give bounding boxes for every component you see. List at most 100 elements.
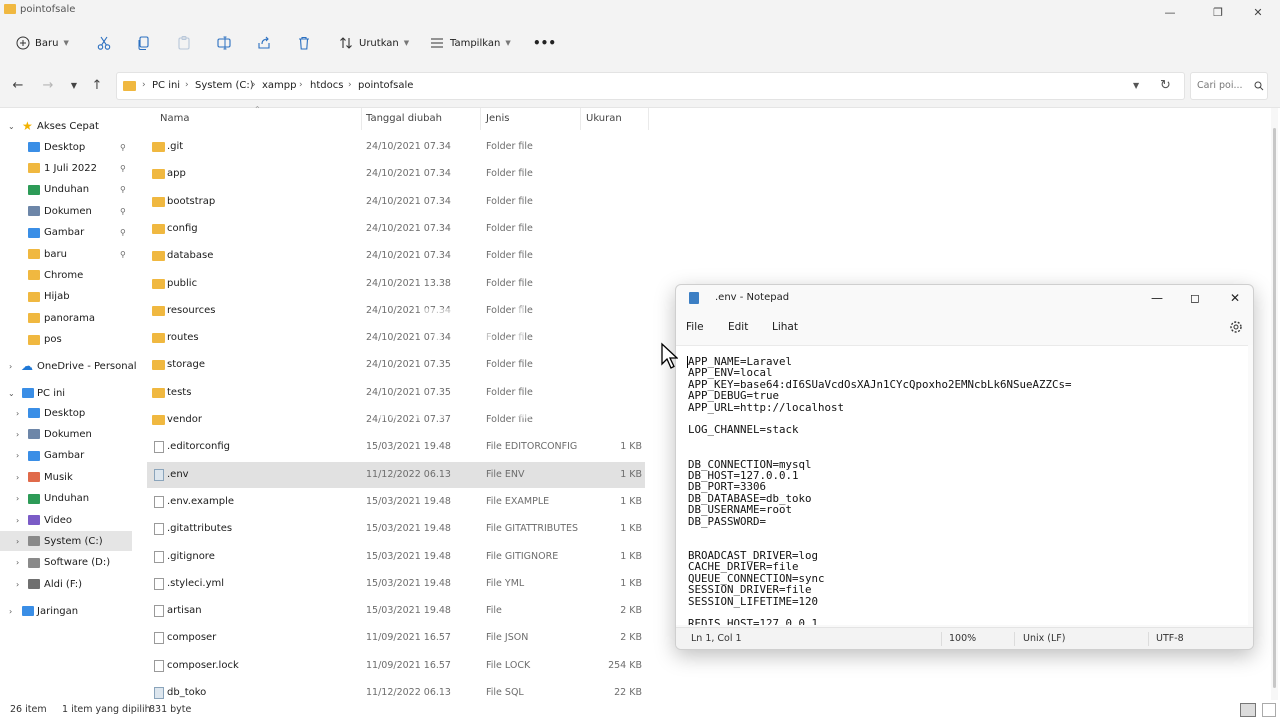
sidebar-item[interactable]: › Aldi (F:) — [0, 574, 132, 594]
breadcrumb-system-c[interactable]: System (C:) — [195, 80, 254, 91]
file-row[interactable]: bootstrap 24/10/2021 07.34 Folder file — [147, 189, 645, 215]
refresh-icon[interactable]: ↻ — [1160, 78, 1171, 93]
menu-edit[interactable]: Edit — [728, 321, 748, 333]
sort-button[interactable]: Urutkan ▼ — [338, 32, 409, 54]
file-date: 11/09/2021 16.57 — [366, 632, 451, 644]
menu-view[interactable]: Lihat — [772, 321, 798, 333]
column-header-size[interactable]: Ukuran — [586, 113, 622, 124]
back-button[interactable]: ← — [8, 76, 28, 94]
forward-button[interactable]: → — [38, 76, 58, 94]
sidebar-item-this-pc[interactable]: ⌄ PC ini — [0, 383, 132, 403]
sidebar-item-label: Musik — [44, 471, 73, 483]
file-row[interactable]: artisan 15/03/2021 19.48 File 2 KB — [147, 598, 645, 624]
new-button[interactable]: Baru ▼ — [16, 32, 69, 54]
tiles-view-button[interactable] — [1262, 703, 1276, 717]
file-row[interactable]: .env.example 15/03/2021 19.48 File EXAMPLE… — [147, 489, 645, 515]
file-row[interactable]: .gitattributes 15/03/2021 19.48 File GITAT… — [147, 516, 645, 542]
breadcrumb-pc[interactable]: PC ini — [152, 80, 180, 91]
file-size: 2 KB — [620, 632, 642, 644]
column-divider[interactable] — [480, 108, 481, 130]
scrollbar-thumb[interactable] — [1273, 128, 1276, 688]
notepad-minimize-button[interactable]: — — [1140, 288, 1174, 308]
sidebar-item-quick-access[interactable]: ⌄ ★ Akses Cepat — [0, 116, 132, 136]
sidebar-item-network[interactable]: › Jaringan — [0, 601, 132, 621]
share-button[interactable] — [256, 32, 272, 54]
file-row[interactable]: .styleci.yml 15/03/2021 19.48 File YML 1 KB — [147, 571, 645, 597]
column-divider[interactable] — [648, 108, 649, 130]
cut-button[interactable] — [96, 32, 112, 54]
sidebar-item-onedrive[interactable]: › ☁ OneDrive - Personal — [0, 356, 137, 376]
rename-button[interactable] — [216, 32, 232, 54]
chevron-right-icon: › — [16, 494, 20, 504]
sidebar-item[interactable]: Unduhan ⚲ — [0, 180, 132, 200]
sidebar-item[interactable]: 1 Juli 2022 ⚲ — [0, 158, 132, 178]
recent-locations-button[interactable]: ▼ — [64, 76, 84, 94]
file-row[interactable]: public 24/10/2021 13.38 Folder file — [147, 271, 645, 297]
sidebar-item[interactable]: › System (C:) — [0, 531, 132, 552]
file-list-scrollbar[interactable] — [1271, 108, 1278, 700]
chevron-right-icon: › — [185, 80, 189, 90]
notepad-scrollbar[interactable] — [1248, 345, 1253, 625]
file-row[interactable]: config 24/10/2021 07.34 Folder file — [147, 216, 645, 242]
close-button[interactable]: ✕ — [1238, 2, 1278, 22]
sidebar-item[interactable]: › Desktop — [0, 403, 132, 423]
sidebar-item[interactable]: Desktop ⚲ — [0, 137, 132, 157]
file-name: bootstrap — [167, 195, 216, 207]
column-divider[interactable] — [580, 108, 581, 130]
column-header-date[interactable]: Tanggal diubah — [366, 113, 442, 124]
sidebar-item[interactable]: baru ⚲ — [0, 244, 132, 264]
sidebar-item[interactable]: Dokumen ⚲ — [0, 201, 132, 221]
file-row[interactable]: .gitignore 15/03/2021 19.48 File GITIGNORE… — [147, 544, 645, 570]
column-divider[interactable] — [361, 108, 362, 130]
file-size: 2 KB — [620, 605, 642, 617]
sidebar-item[interactable]: Hijab — [0, 287, 132, 307]
notepad-close-button[interactable]: ✕ — [1218, 288, 1252, 308]
file-row[interactable]: composer 11/09/2021 16.57 File JSON 2 KB — [147, 625, 645, 651]
sidebar-item[interactable]: › Unduhan — [0, 489, 132, 509]
delete-button[interactable] — [296, 32, 312, 54]
breadcrumb-pointofsale[interactable]: pointofsale — [358, 80, 413, 91]
sidebar-item-label: Dokumen — [44, 428, 92, 440]
pin-icon: ⚲ — [120, 163, 126, 173]
paste-button[interactable] — [176, 32, 192, 54]
sidebar-item[interactable]: › Gambar — [0, 446, 132, 466]
file-row[interactable]: database 24/10/2021 07.34 Folder file — [147, 243, 645, 269]
breadcrumb-xampp[interactable]: xampp — [262, 80, 296, 91]
sidebar-item[interactable]: › Video — [0, 510, 132, 530]
folder-icon — [152, 360, 165, 371]
view-button[interactable]: Tampilkan ▼ — [429, 32, 511, 54]
sidebar-item[interactable]: › Software (D:) — [0, 553, 132, 573]
sidebar-item[interactable]: pos — [0, 330, 132, 350]
file-size: 1 KB — [620, 441, 642, 453]
sidebar-item[interactable]: Gambar ⚲ — [0, 223, 132, 243]
status-divider — [1014, 632, 1015, 646]
notepad-text-area[interactable]: APP_NAME=Laravel APP_ENV=local APP_KEY=b… — [676, 345, 1253, 625]
maximize-button[interactable]: ❐ — [1198, 2, 1238, 22]
menu-file[interactable]: File — [686, 321, 704, 333]
address-field[interactable]: › PC ini › System (C:) › xampp › htdocs … — [116, 72, 1185, 100]
details-view-button[interactable] — [1240, 703, 1256, 717]
notepad-maximize-button[interactable]: ◻ — [1178, 288, 1212, 308]
up-button[interactable]: ↑ — [87, 76, 107, 94]
file-name: .editorconfig — [167, 441, 230, 453]
file-row[interactable]: .editorconfig 15/03/2021 19.48 File EDITOR… — [147, 434, 645, 460]
column-header-type[interactable]: Jenis — [486, 113, 509, 124]
chevron-down-icon: ▼ — [505, 39, 511, 47]
file-row[interactable]: .env 11/12/2022 06.13 File ENV 1 KB — [147, 461, 645, 488]
copy-button[interactable] — [136, 32, 152, 54]
file-row[interactable]: composer.lock 11/09/2021 16.57 File LOCK 25… — [147, 653, 645, 679]
more-options-button[interactable]: ••• — [533, 32, 556, 54]
address-dropdown-icon[interactable]: ▼ — [1133, 81, 1139, 90]
settings-gear-icon[interactable] — [1229, 320, 1243, 334]
breadcrumb-htdocs[interactable]: htdocs — [310, 80, 343, 91]
sidebar-item[interactable]: › Dokumen — [0, 424, 132, 444]
sidebar-item-label: baru — [44, 248, 67, 260]
sidebar-item[interactable]: panorama — [0, 308, 132, 328]
search-box[interactable]: Cari poi... — [1190, 72, 1268, 100]
minimize-button[interactable]: — — [1150, 2, 1190, 22]
file-row[interactable]: .git 24/10/2021 07.34 Folder file — [147, 134, 645, 160]
sidebar-item[interactable]: › Musik — [0, 467, 132, 487]
file-row[interactable]: app 24/10/2021 07.34 Folder file — [147, 161, 645, 187]
column-header-name[interactable]: Nama — [160, 113, 189, 124]
sidebar-item[interactable]: Chrome — [0, 265, 132, 285]
